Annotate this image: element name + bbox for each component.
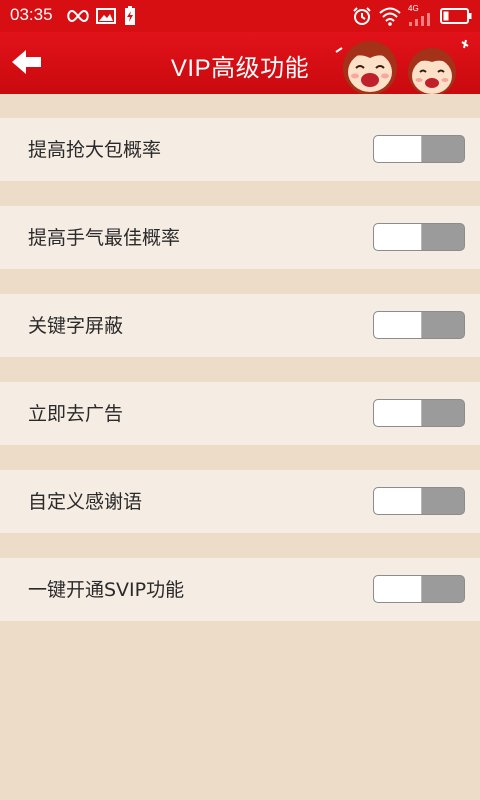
signal-icon (409, 13, 430, 26)
toggle-switch[interactable] (373, 311, 465, 339)
list-item: 提高抢大包概率 (0, 118, 480, 181)
list-item-label: 提高抢大包概率 (28, 139, 162, 161)
battery-bolt-icon (125, 6, 135, 25)
list-item: 提高手气最佳概率 (0, 206, 480, 269)
alarm-icon (353, 7, 371, 25)
list-item: 一键开通SVIP功能 (0, 558, 480, 621)
infinity-icon (67, 9, 89, 23)
list-item-label: 自定义感谢语 (28, 491, 143, 513)
toggle-knob (374, 224, 422, 250)
list-item-label: 一键开通SVIP功能 (28, 579, 185, 601)
toggle-switch[interactable] (373, 487, 465, 515)
wifi-icon (379, 7, 401, 26)
toggle-switch[interactable] (373, 399, 465, 427)
status-time: 03:35 (10, 5, 53, 24)
list-item: 立即去广告 (0, 382, 480, 445)
toggle-knob (374, 136, 422, 162)
list-item: 关键字屏蔽 (0, 294, 480, 357)
battery-icon (440, 8, 472, 24)
toggle-switch[interactable] (373, 575, 465, 603)
toggle-knob (374, 312, 422, 338)
toggle-knob (374, 576, 422, 602)
title-bar: VIP高级功能 (0, 32, 480, 94)
toggle-knob (374, 488, 422, 514)
toggle-switch[interactable] (373, 135, 465, 163)
list-item-label: 提高手气最佳概率 (28, 227, 181, 249)
settings-list: 提高抢大包概率 提高手气最佳概率 关键字屏蔽 立即去广告 自定义感谢语 一键开通… (0, 118, 480, 646)
list-item-label: 关键字屏蔽 (28, 315, 124, 337)
mascot-illustration (335, 39, 469, 94)
toggle-switch[interactable] (373, 223, 465, 251)
toggle-knob (374, 400, 422, 426)
status-bar: 03:35 4G (0, 0, 480, 32)
list-item: 自定义感谢语 (0, 470, 480, 533)
list-item-label: 立即去广告 (28, 403, 124, 425)
image-icon (96, 8, 116, 24)
